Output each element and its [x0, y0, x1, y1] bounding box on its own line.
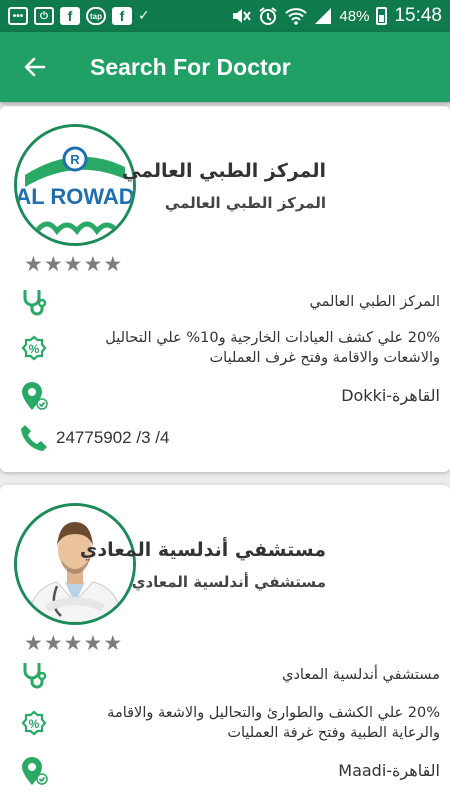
- specialty-text: المركز الطبي العالمي: [309, 294, 441, 310]
- clinic-logo: R AL ROWAD: [14, 124, 136, 246]
- tap-icon: tap: [86, 7, 106, 25]
- map-pin-check-icon: [16, 378, 52, 414]
- star-icon[interactable]: ★: [64, 633, 83, 654]
- phone-icon: [16, 420, 52, 456]
- svg-text:%: %: [29, 342, 40, 356]
- clinic-name[interactable]: المركز الطبي العالمي: [122, 160, 326, 182]
- facebook-icon: f: [112, 7, 132, 25]
- star-icon[interactable]: ★: [24, 633, 43, 654]
- star-icon[interactable]: ★: [44, 254, 63, 275]
- svg-text:%: %: [29, 717, 40, 731]
- phone-row[interactable]: 24775902 /3 /4: [16, 420, 440, 456]
- star-icon[interactable]: ★: [103, 254, 122, 275]
- svg-text:R: R: [70, 152, 80, 167]
- clinic-subtitle: مستشفي أندلسية المعادي: [131, 573, 326, 591]
- battery-percent: 48%: [339, 7, 370, 25]
- stethoscope-icon: [16, 657, 52, 693]
- star-icon[interactable]: ★: [103, 633, 122, 654]
- alarm-icon: [259, 7, 278, 25]
- star-icon[interactable]: ★: [64, 254, 83, 275]
- map-pin-check-icon: [16, 753, 52, 789]
- facebook-icon: f: [60, 7, 80, 25]
- offer-text: 20% علي كشف العيادات الخارجية و10% علي ا…: [105, 330, 440, 366]
- wifi-icon: [285, 8, 308, 25]
- clock: 15:48: [394, 5, 442, 26]
- doctor-photo: [17, 506, 133, 622]
- battery-charging-icon: [376, 7, 388, 25]
- offer-row: % 20% علي الكشف والطوارئ والتحاليل والاش…: [16, 703, 440, 743]
- chat-dots-icon: •••: [8, 7, 28, 25]
- arrow-left-icon: [24, 57, 46, 77]
- offer-text: 20% علي الكشف والطوارئ والتحاليل والاشعة…: [107, 705, 440, 741]
- address-row[interactable]: القاهرة-Dokki: [16, 378, 440, 414]
- rating-stars[interactable]: ★ ★ ★ ★ ★: [24, 633, 122, 654]
- star-icon[interactable]: ★: [83, 633, 102, 654]
- stethoscope-icon: [16, 284, 52, 320]
- specialty-text: مستشفي أندلسية المعادي: [282, 667, 440, 683]
- specialty-row: المركز الطبي العالمي: [16, 284, 440, 320]
- clinic-subtitle: المركز الطبي العالمي: [164, 194, 326, 212]
- discount-badge-icon: %: [16, 330, 52, 366]
- address-row[interactable]: القاهرة-Maadi: [16, 753, 440, 789]
- app-bar: Search For Doctor: [0, 32, 450, 102]
- back-button[interactable]: [0, 32, 70, 102]
- phone-text[interactable]: 24775902 /3 /4: [56, 428, 169, 448]
- doctor-list[interactable]: R AL ROWAD المركز الطبي العالمي المركز ا…: [0, 102, 450, 800]
- star-icon[interactable]: ★: [44, 633, 63, 654]
- rating-stars[interactable]: ★ ★ ★ ★ ★: [24, 254, 122, 275]
- specialty-row: مستشفي أندلسية المعادي: [16, 657, 440, 693]
- address-text: القاهرة-Maadi: [338, 761, 440, 780]
- system-icons: 48% 15:48: [231, 5, 442, 27]
- discount-badge-icon: %: [16, 705, 52, 741]
- mute-icon: [233, 9, 252, 23]
- page-title: Search For Doctor: [90, 53, 291, 80]
- star-icon[interactable]: ★: [83, 254, 102, 275]
- status-bar: ••• ⏻ f tap f ✓ 48% 15:48: [0, 0, 450, 32]
- notification-icons: ••• ⏻ f tap f ✓: [8, 7, 150, 25]
- power-icon: ⏻: [34, 7, 54, 25]
- clinic-name[interactable]: مستشفي أندلسية المعادي: [80, 539, 326, 561]
- check-icon: ✓: [138, 8, 150, 24]
- doctor-card[interactable]: مستشفي أندلسية المعادي مستشفي أندلسية ال…: [0, 485, 450, 800]
- address-text: القاهرة-Dokki: [341, 386, 440, 405]
- doctor-avatar: [14, 503, 136, 625]
- doctor-card[interactable]: R AL ROWAD المركز الطبي العالمي المركز ا…: [0, 106, 450, 472]
- signal-icon: [315, 8, 332, 24]
- al-rowad-logo: R AL ROWAD: [17, 127, 133, 243]
- svg-text:AL ROWAD: AL ROWAD: [17, 184, 133, 209]
- star-icon[interactable]: ★: [24, 254, 43, 275]
- offer-row: % 20% علي كشف العيادات الخارجية و10% علي…: [16, 328, 440, 368]
